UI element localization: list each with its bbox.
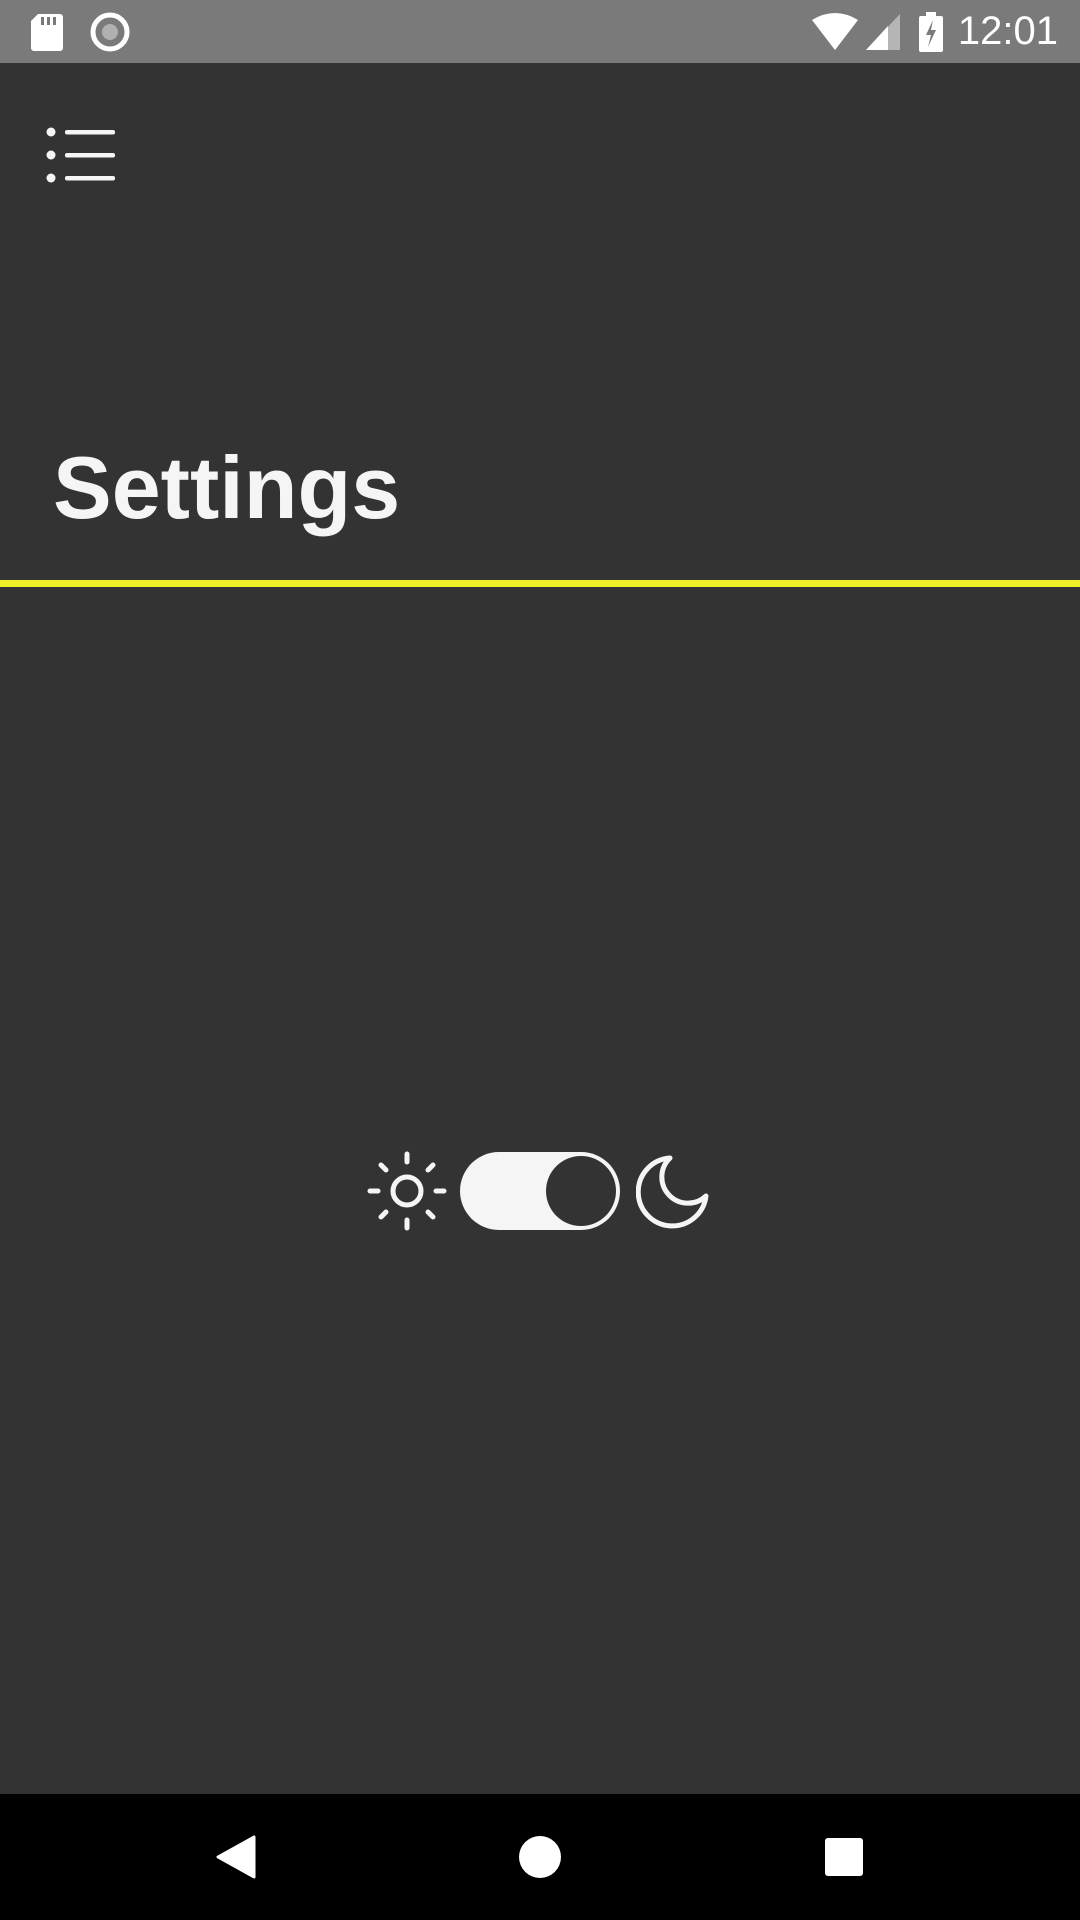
back-button[interactable] — [196, 1817, 276, 1897]
theme-switch-row — [366, 1148, 710, 1232]
moon-icon — [636, 1155, 709, 1229]
status-clock: 12:01 — [957, 9, 1058, 53]
home-icon — [519, 1836, 561, 1878]
navigation-bar — [0, 1794, 1080, 1920]
menu-button[interactable] — [40, 118, 124, 192]
recents-button[interactable] — [804, 1817, 884, 1897]
wifi-icon — [810, 12, 860, 52]
home-button[interactable] — [500, 1817, 580, 1897]
page-title: Settings — [53, 438, 401, 537]
menu-icon — [46, 127, 115, 183]
recents-icon — [825, 1838, 863, 1876]
back-icon — [216, 1835, 256, 1879]
settings-screen: 12:01 Settings — [0, 0, 1080, 1920]
cell-signal-icon — [864, 12, 902, 52]
title-divider — [0, 580, 1080, 587]
theme-toggle[interactable] — [460, 1152, 620, 1230]
status-bar: 12:01 — [0, 0, 1080, 63]
battery-charging-icon — [918, 11, 944, 52]
status-icons: 12:01 — [810, 0, 1058, 63]
sd-card-icon — [30, 0, 64, 63]
toggle-knob — [546, 1156, 616, 1226]
sync-icon — [90, 0, 130, 63]
sun-icon — [367, 1151, 447, 1231]
